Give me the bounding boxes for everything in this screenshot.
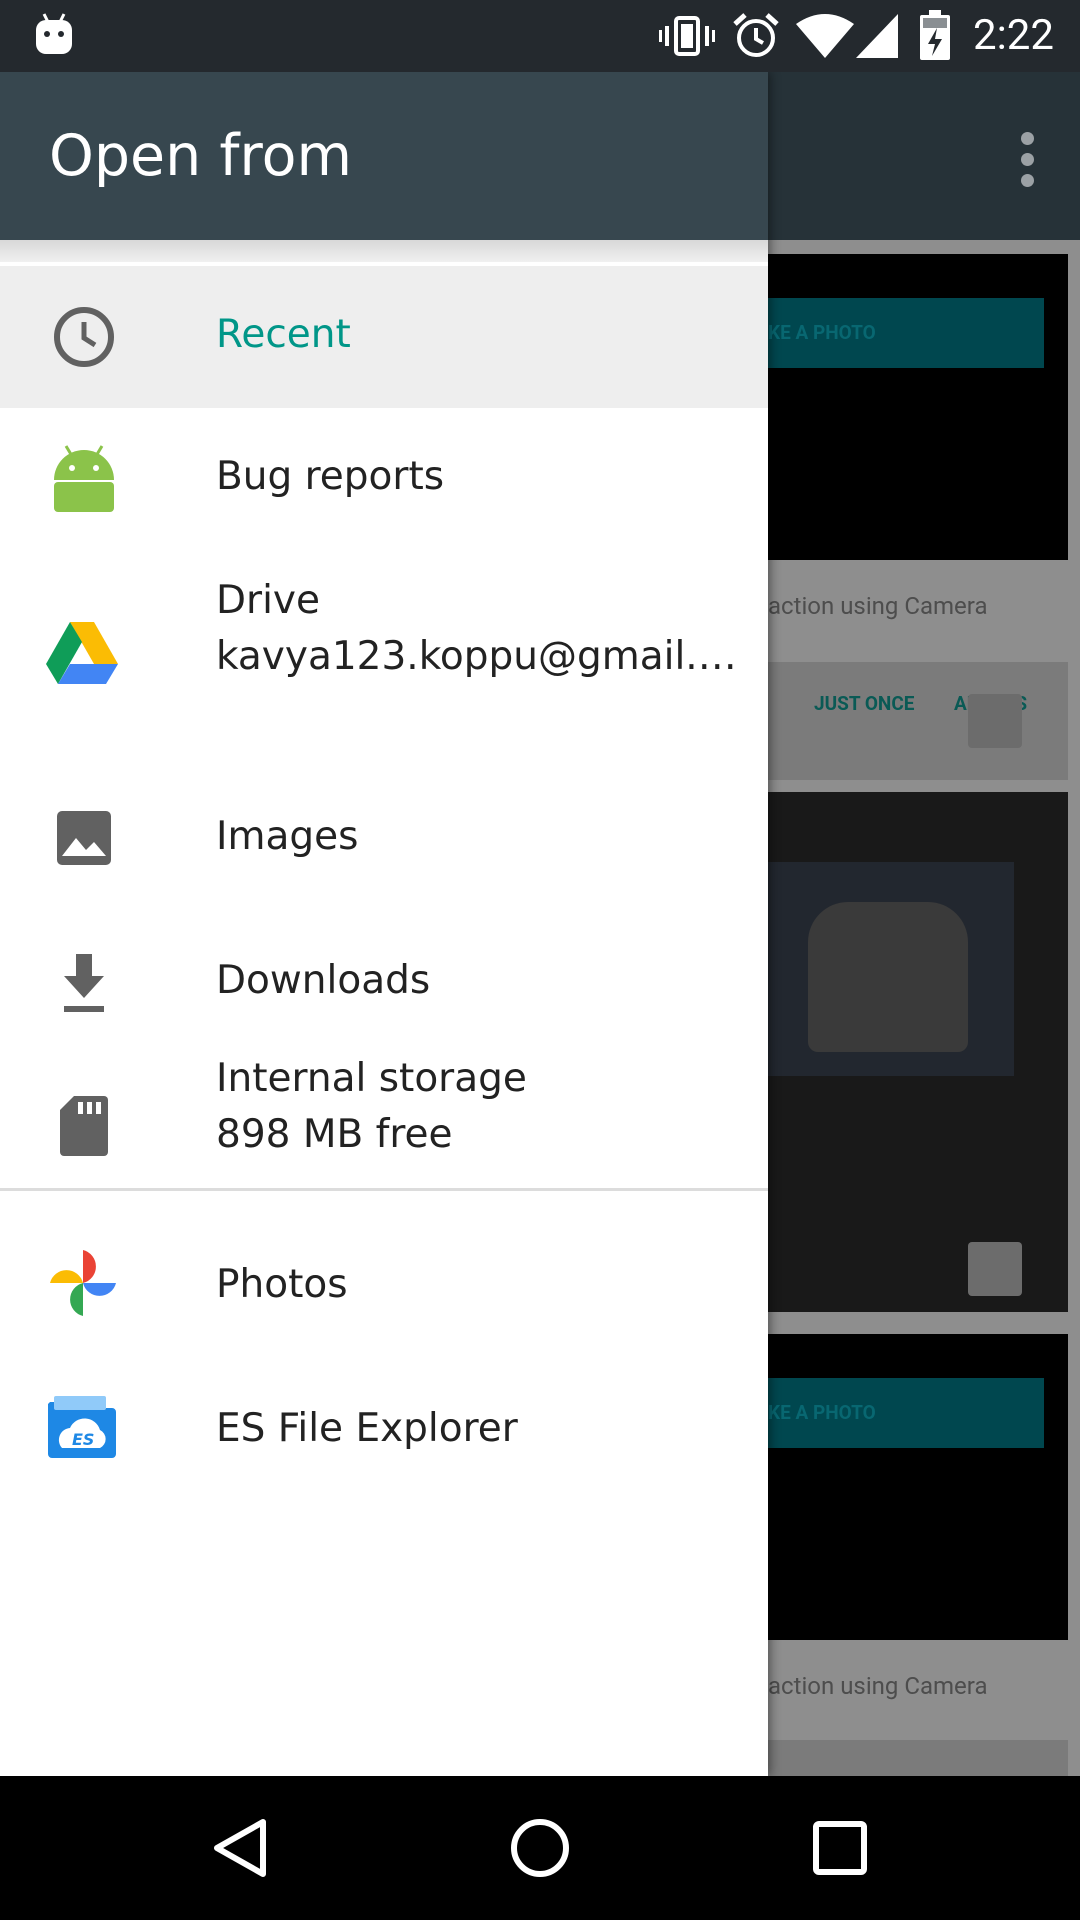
background-photo-icon — [968, 694, 1022, 748]
header-shadow — [0, 240, 768, 262]
download-icon — [64, 954, 104, 1012]
root-item-label: ES File Explorer — [216, 1406, 518, 1451]
background-take-photo-button: KE A PHOTO — [768, 298, 1044, 368]
drawer-header: Open from — [0, 72, 768, 240]
sd-card-icon — [60, 1096, 108, 1156]
background-caption: action using Camera — [768, 1672, 988, 1700]
background-photo-screen — [768, 862, 1014, 1076]
android-icon — [54, 445, 114, 512]
root-item-summary: 898 MB free — [216, 1112, 453, 1157]
root-item-label: Drive — [216, 578, 320, 623]
status-time: 2:22 — [973, 11, 1054, 60]
image-icon — [57, 811, 111, 865]
alarm-icon — [733, 13, 779, 57]
root-item-label: Internal storage — [216, 1056, 527, 1101]
root-item-label: Photos — [216, 1262, 348, 1307]
root-item-internal-storage[interactable]: Internal storage 898 MB free — [0, 1056, 768, 1188]
clock-icon — [54, 307, 114, 367]
root-item-label: Downloads — [216, 958, 431, 1003]
background-strip — [768, 1740, 1068, 1776]
recents-icon[interactable] — [802, 1810, 878, 1886]
home-icon[interactable] — [502, 1810, 578, 1886]
drawer-title: Open from — [49, 123, 353, 189]
background-photo — [768, 792, 1068, 1312]
root-item-recent[interactable]: Recent — [0, 266, 768, 408]
back-icon[interactable] — [203, 1810, 279, 1886]
signal-icon — [856, 14, 898, 58]
root-item-images[interactable]: Images — [0, 768, 768, 912]
background-card: KE A PHOTO — [768, 1334, 1068, 1640]
background-card: KE A PHOTO — [768, 254, 1068, 560]
android-notification-icon — [36, 13, 72, 54]
app-item-es-file-explorer[interactable]: ES ES File Explorer — [0, 1360, 768, 1504]
roots-drawer: Open from Recent Bug reports Drive kavya… — [0, 72, 768, 1776]
background-photo-icon — [968, 1242, 1022, 1296]
status-bar: 2:22 — [0, 0, 1080, 72]
wifi-icon — [796, 14, 854, 58]
more-options-icon[interactable] — [1020, 132, 1036, 188]
root-item-drive[interactable]: Drive kavya123.koppu@gmail.… — [0, 552, 768, 768]
svg-text:ES: ES — [72, 1430, 94, 1449]
background-caption: action using Camera — [768, 592, 988, 620]
background-strip: JUST ONCE ALWAYS — [768, 662, 1068, 780]
root-item-downloads[interactable]: Downloads — [0, 912, 768, 1056]
battery-charging-icon — [920, 10, 950, 60]
vibrate-icon — [659, 16, 715, 56]
navigation-bar — [0, 1776, 1080, 1920]
es-file-explorer-icon: ES — [48, 1396, 116, 1458]
app-item-photos[interactable]: Photos — [0, 1216, 768, 1360]
root-item-label: Recent — [216, 312, 351, 357]
background-just-once: JUST ONCE — [814, 692, 915, 715]
background-take-photo-button: KE A PHOTO — [768, 1378, 1044, 1448]
drawer-divider — [0, 1188, 768, 1191]
google-photos-icon — [50, 1250, 116, 1316]
root-item-label: Bug reports — [216, 454, 445, 499]
root-item-label: Images — [216, 814, 359, 859]
root-item-bug-reports[interactable]: Bug reports — [0, 408, 768, 552]
root-item-summary: kavya123.koppu@gmail.… — [216, 634, 737, 679]
google-drive-icon — [46, 622, 118, 684]
